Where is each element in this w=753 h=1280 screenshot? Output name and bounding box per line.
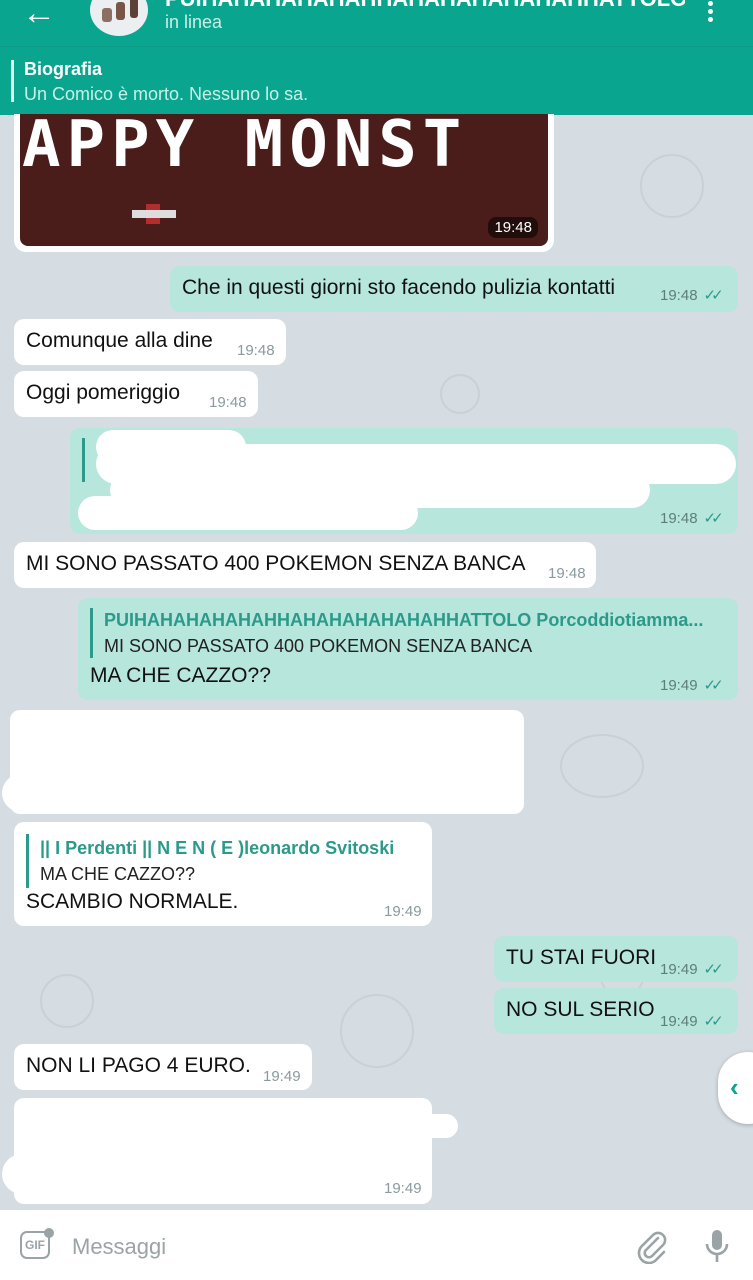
- message-outgoing-reply[interactable]: PUIHAHAHAHAHAHHAHAHAHAHAHAHHATTOLO Porco…: [78, 598, 738, 700]
- arrow-left-icon[interactable]: ←: [22, 0, 56, 30]
- message-incoming-reply[interactable]: || I Perdenti || N E N ( E )leonardo Svi…: [14, 822, 432, 926]
- message-time: 19:48 ✓✓: [660, 286, 724, 304]
- message-text: Che in questi giorni sto facendo pulizia…: [182, 276, 616, 299]
- pinned-bar: [11, 60, 14, 102]
- game-image[interactable]: APPY MONST 19:48: [20, 114, 548, 246]
- double-check-icon: ✓✓: [703, 510, 724, 527]
- message-time: 19:48: [209, 394, 247, 411]
- reply-bar: [26, 834, 29, 888]
- time-label: 19:49: [660, 961, 698, 978]
- message-text: MA CHE CAZZO??: [90, 664, 271, 687]
- message-incoming-redacted[interactable]: 19:49: [14, 1098, 432, 1204]
- message-incoming[interactable]: Comunque alla dine 19:48: [14, 319, 286, 365]
- message-input[interactable]: Messaggi: [72, 1234, 166, 1260]
- message-text: NON LI PAGO 4 EURO.: [26, 1054, 251, 1077]
- more-vertical-icon[interactable]: [708, 0, 713, 25]
- time-label: 19:49: [660, 1013, 698, 1030]
- sprite-shape: [132, 210, 176, 218]
- redaction-blot: [78, 496, 418, 530]
- pinned-bio[interactable]: Biografia Un Comico è morto. Nessuno lo …: [0, 46, 753, 115]
- image-message[interactable]: APPY MONST 19:48: [14, 114, 554, 252]
- message-incoming[interactable]: NON LI PAGO 4 EURO. 19:49: [14, 1044, 312, 1090]
- pinned-title: Biografia: [24, 59, 103, 79]
- reply-author: PUIHAHAHAHAHAHHAHAHAHAHAHAHHATTOLO Porco…: [104, 610, 704, 630]
- redaction-blot: [2, 774, 202, 812]
- reply-bar: [82, 438, 85, 482]
- chat-title[interactable]: PUIHAHAHAHAHAHHAHAHAHAHAHAHHATTOLO Porco…: [165, 0, 685, 8]
- message-text: MI SONO PASSATO 400 POKEMON SENZA BANCA: [26, 552, 526, 575]
- message-time: 19:48: [548, 565, 586, 582]
- paperclip-icon[interactable]: [636, 1230, 668, 1264]
- redaction-blot: [400, 1114, 458, 1138]
- reply-bar: [90, 608, 93, 658]
- message-outgoing[interactable]: Che in questi giorni sto facendo pulizia…: [170, 266, 738, 312]
- online-status: in linea: [165, 12, 223, 32]
- doodle-decoration: [440, 374, 480, 414]
- reply-text: MI SONO PASSATO 400 POKEMON SENZA BANCA: [104, 636, 533, 656]
- doodle-decoration: [640, 154, 704, 218]
- time-label: 19:48: [660, 510, 698, 527]
- microphone-icon[interactable]: [704, 1228, 730, 1264]
- time-label: 19:49: [660, 677, 698, 694]
- reply-text: MA CHE CAZZO??: [40, 864, 196, 884]
- message-text: SCAMBIO NORMALE.: [26, 890, 239, 913]
- message-outgoing[interactable]: NO SUL SERIO 19:49 ✓✓: [494, 988, 738, 1034]
- message-time: 19:49 ✓✓: [660, 960, 724, 978]
- image-art-text: APPY MONST: [22, 114, 468, 182]
- message-time: 19:49: [384, 1180, 422, 1197]
- doodle-decoration: [40, 974, 94, 1028]
- message-text: NO SUL SERIO: [506, 998, 655, 1021]
- message-time: 19:48: [488, 217, 538, 238]
- time-label: 19:48: [660, 287, 698, 304]
- chat-area[interactable]: APPY MONST 19:48 Che in questi giorni st…: [0, 114, 753, 1210]
- double-check-icon: ✓✓: [703, 961, 724, 978]
- message-time: 19:48: [237, 342, 275, 359]
- gif-badge: [44, 1228, 54, 1238]
- double-check-icon: ✓✓: [703, 677, 724, 694]
- double-check-icon: ✓✓: [703, 287, 724, 304]
- message-time: 19:49 ✓✓: [660, 1012, 724, 1030]
- chevron-left-icon: ‹: [730, 1072, 739, 1102]
- redaction-blot: [2, 1154, 62, 1194]
- message-time: 19:48 ✓✓: [660, 509, 724, 527]
- reply-author: || I Perdenti || N E N ( E )leonardo Svi…: [40, 838, 395, 858]
- chat-header: ← PUIHAHAHAHAHAHHAHAHAHAHAHAHHATTOLO Por…: [0, 0, 753, 46]
- message-text: Oggi pomeriggio: [26, 381, 181, 404]
- message-input-bar: GIF Messaggi: [0, 1210, 753, 1280]
- message-text: Comunque alla dine: [26, 329, 213, 352]
- message-outgoing-redacted[interactable]: 19:48 ✓✓: [70, 428, 738, 534]
- message-incoming[interactable]: MI SONO PASSATO 400 POKEMON SENZA BANCA …: [14, 542, 596, 588]
- doodle-decoration: [340, 994, 414, 1068]
- pinned-text: Un Comico è morto. Nessuno lo sa.: [24, 84, 309, 104]
- avatar[interactable]: [90, 0, 148, 36]
- message-time: 19:49: [263, 1068, 301, 1085]
- double-check-icon: ✓✓: [703, 1013, 724, 1030]
- message-time: 19:49: [384, 903, 422, 920]
- message-text: TU STAI FUORI: [506, 946, 657, 969]
- message-time: 19:49 ✓✓: [660, 676, 724, 694]
- message-outgoing[interactable]: TU STAI FUORI 19:49 ✓✓: [494, 936, 738, 982]
- doodle-decoration: [560, 734, 644, 798]
- message-incoming[interactable]: Oggi pomeriggio 19:48: [14, 371, 258, 417]
